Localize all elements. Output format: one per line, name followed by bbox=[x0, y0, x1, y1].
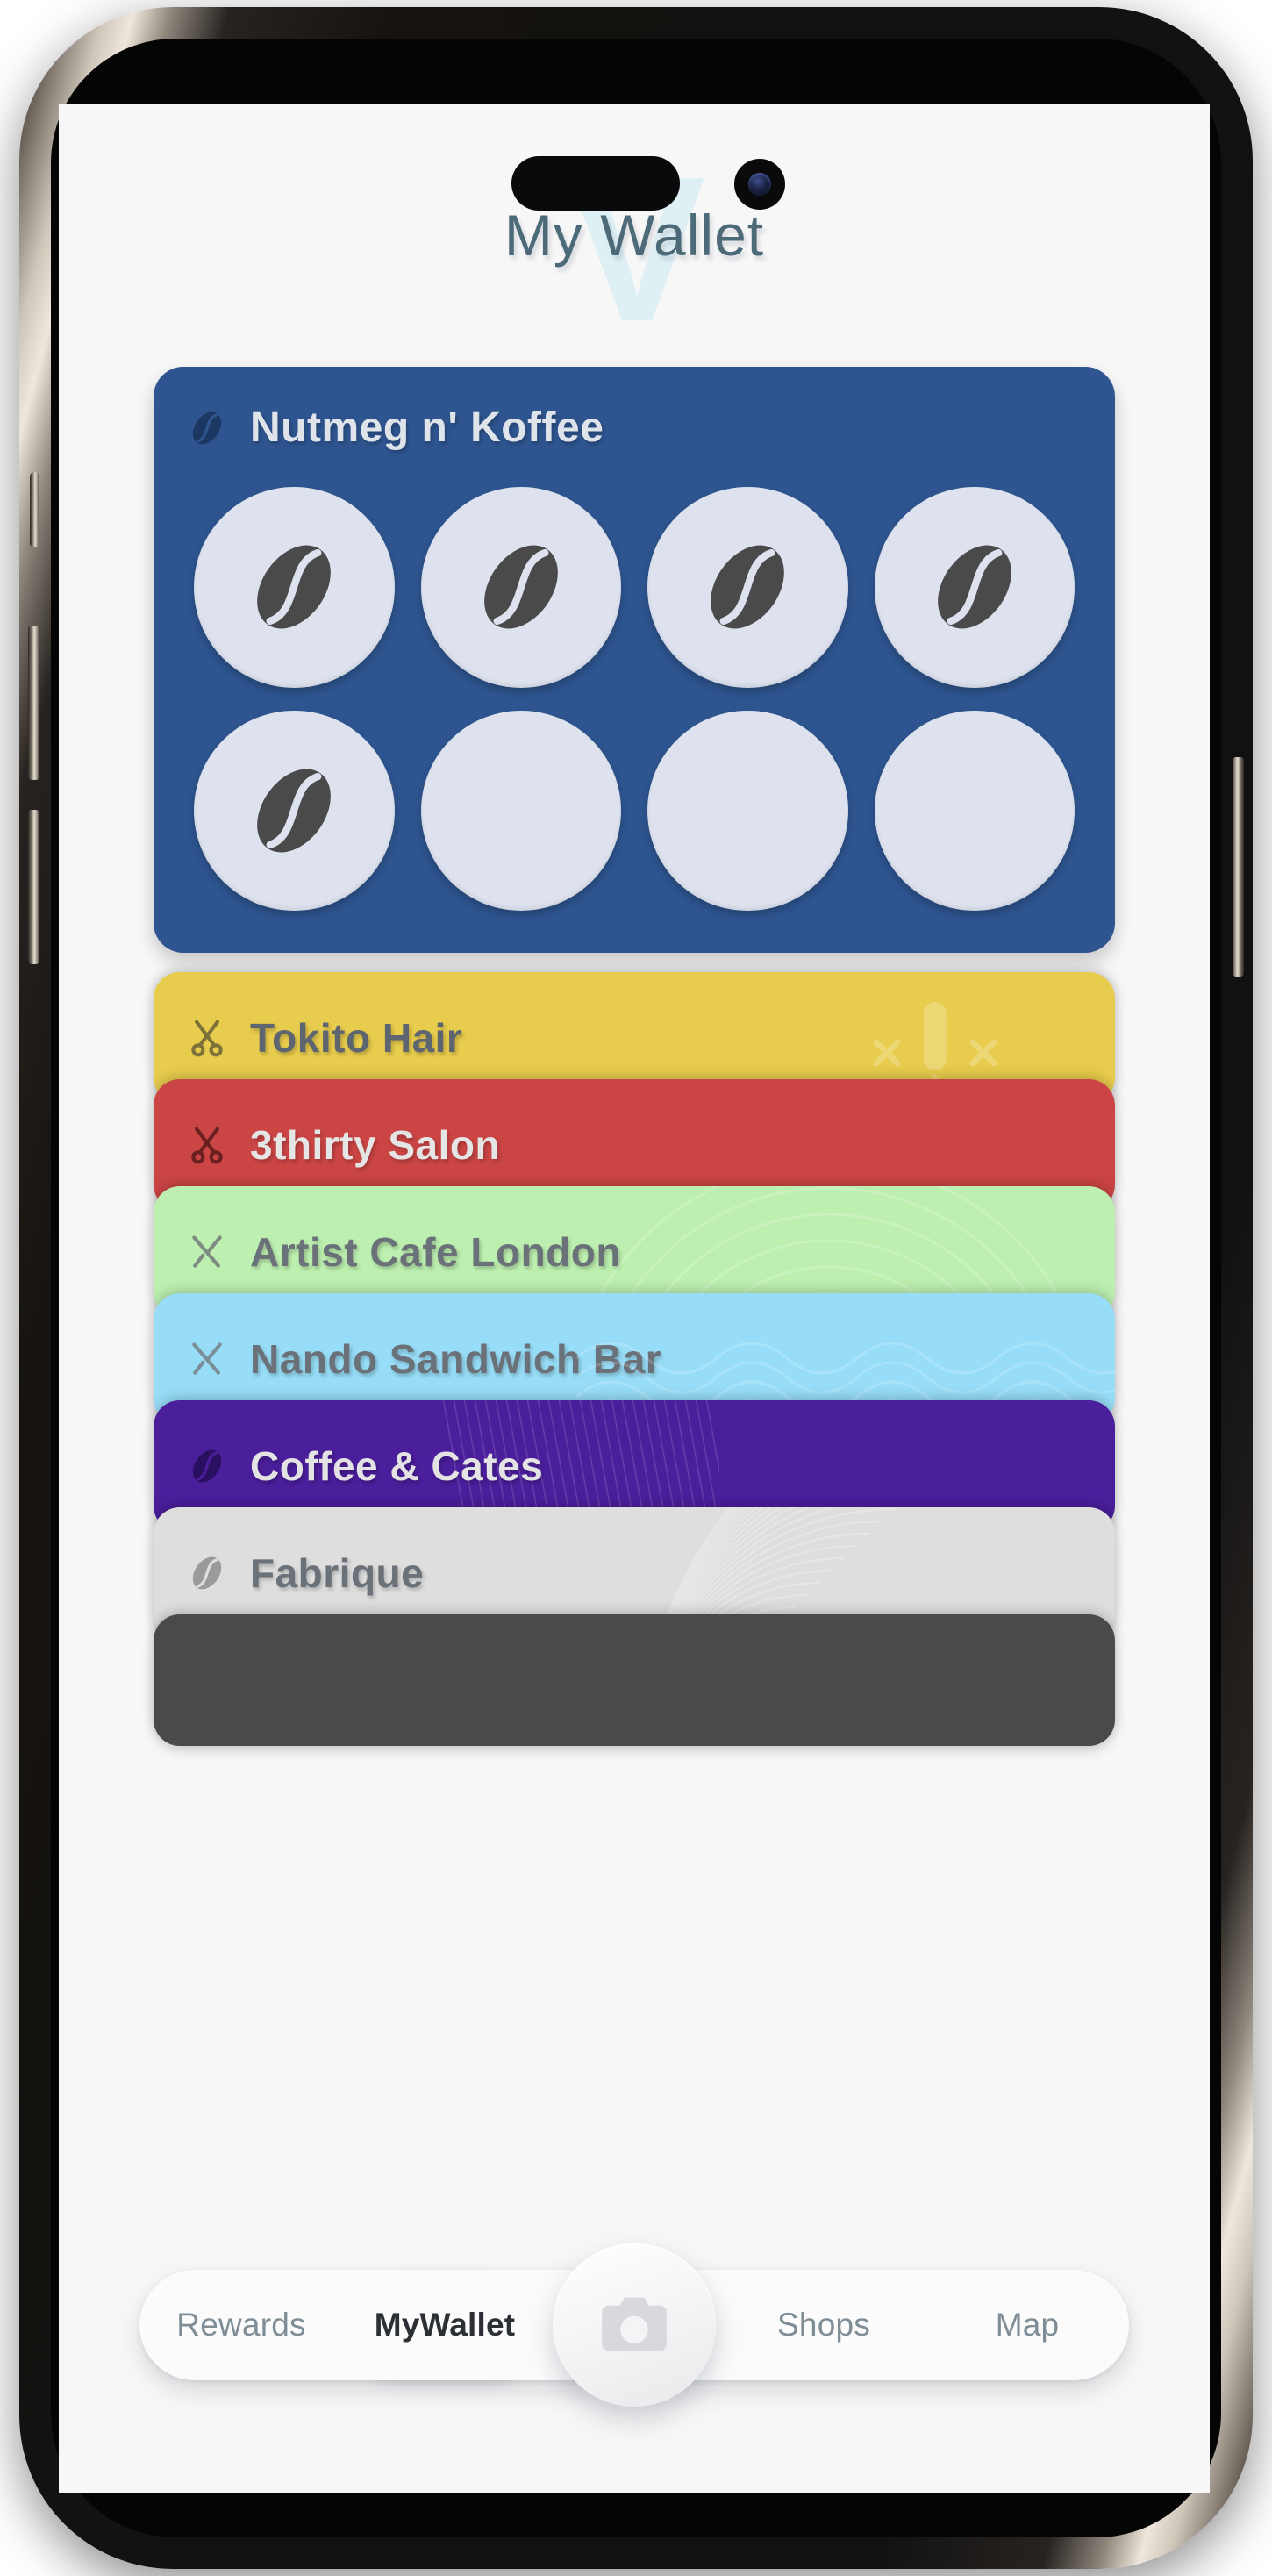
scissors-icon bbox=[187, 1125, 227, 1165]
coffee-bean-icon bbox=[242, 535, 347, 640]
cutlery-icon bbox=[187, 1339, 227, 1379]
nav-item-mywallet[interactable]: MyWallet bbox=[343, 2273, 547, 2377]
card-title: Tokito Hair bbox=[250, 1015, 463, 1061]
dynamic-island bbox=[511, 156, 680, 211]
phone-screen: V My Wallet Nutmeg n' Koffee Tokito Hair… bbox=[59, 104, 1210, 2493]
stamp-filled bbox=[194, 487, 395, 688]
mute-switch-button[interactable] bbox=[30, 472, 39, 547]
coffee-bean-icon bbox=[187, 1553, 227, 1593]
loyalty-card-expanded[interactable]: Nutmeg n' Koffee bbox=[154, 367, 1115, 953]
nav-label-mywallet: MyWallet bbox=[374, 2307, 516, 2343]
nav-label-shops: Shops bbox=[777, 2307, 870, 2343]
collapsed-card-list: Tokito Hair 3thirty Salon Artist Cafe Lo… bbox=[154, 972, 1115, 1746]
stamp-empty bbox=[874, 710, 1075, 911]
nav-label-rewards: Rewards bbox=[176, 2307, 306, 2343]
loyalty-card-stack: Nutmeg n' Koffee Tokito Hair 3thirty Sal… bbox=[59, 367, 1210, 2493]
volume-down-button[interactable] bbox=[28, 810, 39, 964]
stamp-grid bbox=[154, 452, 1115, 916]
camera-icon bbox=[594, 2283, 675, 2368]
scissors-icon bbox=[187, 1018, 227, 1058]
nav-item-rewards[interactable]: Rewards bbox=[139, 2307, 343, 2343]
camera-scan-button[interactable] bbox=[553, 2243, 716, 2407]
page-title: My Wallet bbox=[504, 203, 765, 268]
app-header: V My Wallet bbox=[59, 104, 1210, 367]
coffee-bean-icon bbox=[187, 408, 227, 448]
coffee-bean-icon bbox=[187, 1446, 227, 1486]
stamp-filled bbox=[874, 487, 1075, 688]
card-title: Artist Cafe London bbox=[250, 1229, 621, 1275]
card-title: Fabrique bbox=[250, 1550, 425, 1596]
stamp-empty bbox=[420, 710, 621, 911]
front-camera-icon bbox=[734, 159, 785, 210]
phone-frame: V My Wallet Nutmeg n' Koffee Tokito Hair… bbox=[19, 7, 1253, 2569]
card-title: Coffee & Cates bbox=[250, 1443, 544, 1489]
nav-label-map: Map bbox=[995, 2307, 1060, 2343]
stamp-filled bbox=[194, 710, 395, 911]
cutlery-icon bbox=[187, 1232, 227, 1272]
power-button[interactable] bbox=[1233, 757, 1244, 977]
coffee-bean-icon bbox=[468, 535, 573, 640]
loyalty-card-collapsed[interactable] bbox=[154, 1614, 1115, 1746]
coffee-bean-icon bbox=[242, 758, 347, 862]
nav-item-shops[interactable]: Shops bbox=[722, 2307, 925, 2343]
stamp-empty bbox=[647, 710, 848, 911]
bottom-nav-container: Rewards MyWallet Shops Map bbox=[59, 2242, 1210, 2408]
volume-up-button[interactable] bbox=[28, 626, 39, 780]
card-title: Nutmeg n' Koffee bbox=[250, 404, 604, 451]
coffee-bean-icon bbox=[696, 535, 800, 640]
coffee-bean-icon bbox=[922, 535, 1026, 640]
nav-item-map[interactable]: Map bbox=[925, 2307, 1129, 2343]
card-title: 3thirty Salon bbox=[250, 1122, 501, 1168]
bottom-navigation-bar: Rewards MyWallet Shops Map bbox=[139, 2243, 1129, 2407]
stamp-filled bbox=[647, 487, 848, 688]
card-header: Nutmeg n' Koffee bbox=[154, 404, 1115, 452]
stamp-filled bbox=[420, 487, 621, 688]
card-title: Nando Sandwich Bar bbox=[250, 1336, 662, 1382]
